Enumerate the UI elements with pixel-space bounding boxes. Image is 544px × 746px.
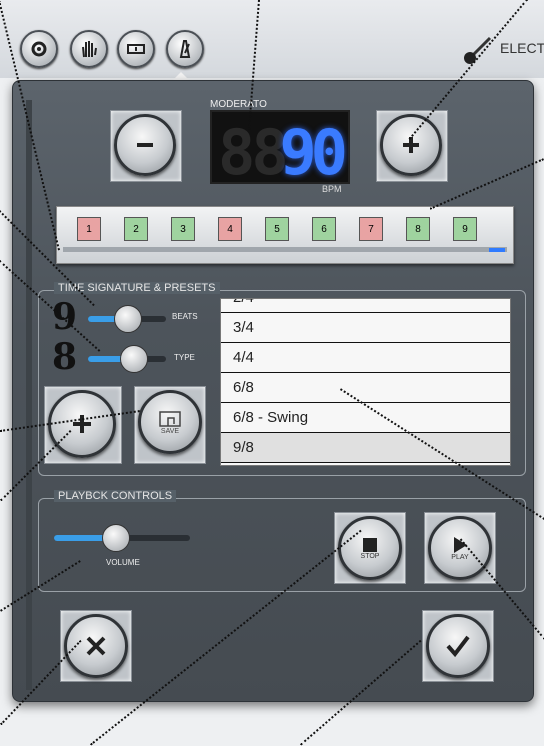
beat-cell[interactable]: 8 xyxy=(406,217,430,241)
checkmark-icon xyxy=(446,635,470,658)
beats-value: 9 xyxy=(52,296,78,338)
close-icon xyxy=(86,636,106,656)
preset-item[interactable]: 3/4 xyxy=(221,313,510,343)
save-label: SAVE xyxy=(160,427,180,435)
hand-icon xyxy=(82,41,97,58)
stop-label: STOP xyxy=(360,552,380,560)
tempo-display: 88 90 xyxy=(210,110,350,189)
tempo-name: MODERATO xyxy=(210,99,267,110)
preset-list[interactable]: 2/43/44/46/86/8 - Swing9/8 xyxy=(220,298,511,466)
metronome-button[interactable] xyxy=(166,30,204,68)
save-preset-button[interactable]: SAVE xyxy=(138,390,202,454)
stop-button[interactable]: STOP xyxy=(338,516,402,580)
chord-button[interactable] xyxy=(117,30,155,68)
settings-gear-button[interactable] xyxy=(20,30,58,68)
panel-edge xyxy=(26,100,32,690)
preset-item[interactable]: 9/8 xyxy=(221,433,510,463)
save-icon xyxy=(159,410,181,427)
preset-item[interactable]: 2/4 xyxy=(221,299,510,313)
play-label: PLAY xyxy=(451,553,469,561)
tempo-minus-button[interactable] xyxy=(114,114,176,176)
playback-title: PLAYBCK CONTROLS xyxy=(54,490,177,502)
play-button[interactable]: PLAY xyxy=(428,516,492,580)
type-value: 8 xyxy=(52,336,78,378)
preset-item[interactable]: 6/8 xyxy=(221,373,510,403)
preset-item[interactable]: 6/8 - Swing xyxy=(221,403,510,433)
beat-cell[interactable]: 1 xyxy=(77,217,101,241)
volume-slider-knob[interactable] xyxy=(102,524,130,552)
beat-cell[interactable]: 3 xyxy=(171,217,195,241)
beat-cell[interactable]: 4 xyxy=(218,217,242,241)
volume-label: VOLUME xyxy=(106,558,140,567)
beats-slider-knob[interactable] xyxy=(114,305,142,333)
tempo-plus-button[interactable] xyxy=(380,114,442,176)
beat-cell[interactable]: 9 xyxy=(453,217,477,241)
confirm-button[interactable] xyxy=(426,614,490,678)
gear-icon xyxy=(31,41,47,57)
beat-progress-fill xyxy=(489,248,505,252)
stop-icon xyxy=(363,537,377,552)
beat-cell[interactable]: 2 xyxy=(124,217,148,241)
lcd-ghost-digits: 88 xyxy=(218,116,289,189)
hand-button[interactable] xyxy=(70,30,108,68)
bpm-label: BPM xyxy=(322,184,342,194)
instrument-label: ELECT xyxy=(500,40,544,56)
chord-icon xyxy=(127,44,145,54)
preset-item[interactable]: 4/4 xyxy=(221,343,510,373)
type-slider-knob[interactable] xyxy=(120,345,148,373)
beat-cell[interactable]: 6 xyxy=(312,217,336,241)
tempo-value: 90 xyxy=(279,116,348,189)
beat-bar: 123456789 xyxy=(56,206,514,264)
type-label: TYPE xyxy=(174,353,195,362)
beat-cell[interactable]: 7 xyxy=(359,217,383,241)
beat-progress-track xyxy=(63,247,507,252)
add-preset-button[interactable] xyxy=(48,390,116,458)
metronome-icon xyxy=(179,40,191,58)
guitar-icon xyxy=(464,36,492,64)
minus-icon xyxy=(137,143,153,147)
beat-cell[interactable]: 5 xyxy=(265,217,289,241)
beats-label: BEATS xyxy=(172,312,198,321)
